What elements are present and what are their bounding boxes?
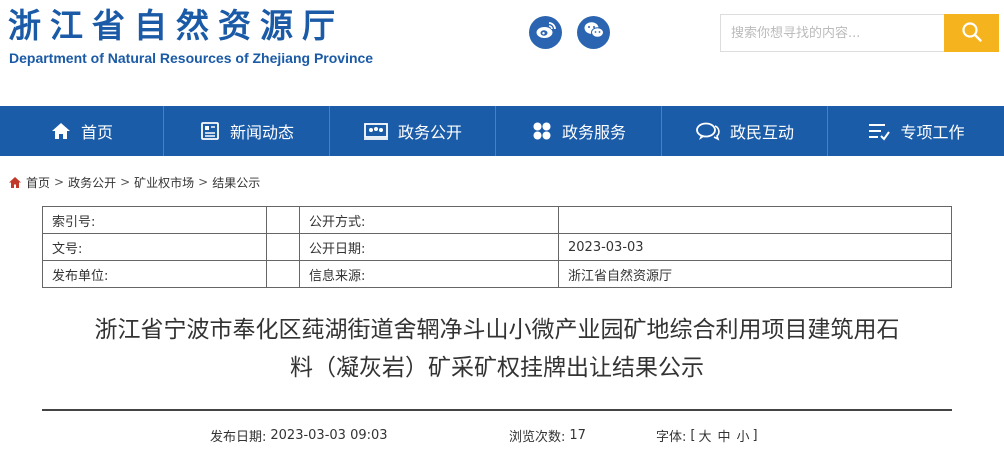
search-icon [961,21,983,46]
nav-item-news[interactable]: 新闻动态 [164,106,330,156]
nav-item-service[interactable]: 政务服务 [496,106,662,156]
search-input[interactable] [720,14,944,52]
disclosure-date-label: 公开日期: [299,233,559,261]
index-number-label: 索引号: [42,206,267,234]
nav-item-interaction[interactable]: 政民互动 [662,106,828,156]
nav-item-label: 首页 [80,123,113,142]
nav-item-gov-open[interactable]: 政务公开 [330,106,496,156]
nav-item-special-work[interactable]: 专项工作 [828,106,1004,156]
view-count-value: 17 [569,427,586,443]
breadcrumb-home-icon [8,176,22,189]
site-title-cn[interactable]: 浙江省自然资源厅 [8,6,344,46]
gov-open-icon [363,121,389,141]
nav-item-label: 政民互动 [729,123,794,142]
main-nav: 首页 新闻动态 政务公开 政务服务 政民互动 专项工作 [0,106,1004,156]
nav-item-label: 专项工作 [900,123,965,142]
wechat-button[interactable] [577,16,610,49]
nav-item-home[interactable]: 首页 [0,106,164,156]
info-source-value: 浙江省自然资源厅 [558,260,952,288]
index-number-value [266,206,300,234]
site-title-en[interactable]: Department of Natural Resources of Zheji… [9,49,373,67]
service-icon [531,121,553,141]
font-bracket-open: [ [690,427,696,443]
title-divider [42,409,952,411]
view-count-label: 浏览次数: [509,429,566,445]
publish-date: 发布日期: 2023-03-03 09:03 [210,426,388,445]
disclosure-date-value: 2023-03-03 [558,233,952,261]
task-list-icon [867,121,891,141]
nav-item-label: 新闻动态 [229,123,294,142]
table-row: 文号: 公开日期: 2023-03-03 [42,233,952,261]
publisher-value [266,260,300,288]
font-small-button[interactable]: 小 [737,426,750,445]
news-icon [199,121,221,141]
info-source-label: 信息来源: [299,260,559,288]
breadcrumb-gov-open[interactable]: 政务公开 [68,174,116,191]
breadcrumb-home[interactable]: 首页 [26,174,50,191]
article-title: 浙江省宁波市奉化区莼湖街道舍辋净斗山小微产业园矿地综合利用项目建筑用石 料（凝灰… [42,311,952,387]
chat-icon [695,121,721,141]
disclosure-method-value [558,206,952,234]
font-large-button[interactable]: 大 [698,426,711,445]
publish-date-label: 发布日期: [210,429,267,445]
article-title-line2: 料（凝灰岩）矿采矿权挂牌出让结果公示 [290,355,704,381]
home-icon [50,121,72,141]
font-size-label: 字体: [656,429,687,445]
weibo-icon [535,20,557,45]
info-table: 索引号: 公开方式: 文号: 公开日期: 2023-03-03 发布单位: 信息… [42,206,952,288]
document-number-value [266,233,300,261]
wechat-icon [583,20,605,45]
nav-item-label: 政务公开 [397,123,462,142]
breadcrumb-mining-market[interactable]: 矿业权市场 [134,174,194,191]
breadcrumb: 首页 > 政务公开 > 矿业权市场 > 结果公示 [8,173,260,191]
breadcrumb-result[interactable]: 结果公示 [212,174,260,191]
weibo-button[interactable] [529,16,562,49]
article-title-line1: 浙江省宁波市奉化区莼湖街道舍辋净斗山小微产业园矿地综合利用项目建筑用石 [94,317,900,343]
publish-date-value: 2023-03-03 09:03 [270,427,388,443]
search-button[interactable] [944,14,999,52]
font-medium-button[interactable]: 中 [717,426,730,445]
nav-item-label: 政务服务 [561,123,626,142]
view-count: 浏览次数: 17 [509,426,586,445]
publisher-label: 发布单位: [42,260,267,288]
font-bracket-close: ] [752,427,758,443]
breadcrumb-separator: > [54,175,65,189]
document-number-label: 文号: [42,233,267,261]
breadcrumb-separator: > [120,175,131,189]
table-row: 发布单位: 信息来源: 浙江省自然资源厅 [42,260,952,288]
disclosure-method-label: 公开方式: [299,206,559,234]
breadcrumb-separator: > [198,175,209,189]
table-row: 索引号: 公开方式: [42,206,952,234]
site-header: 浙江省自然资源厅 Department of Natural Resources… [0,0,1004,106]
font-size-switcher: 字体: [ 大 中 小 ] [656,426,758,445]
